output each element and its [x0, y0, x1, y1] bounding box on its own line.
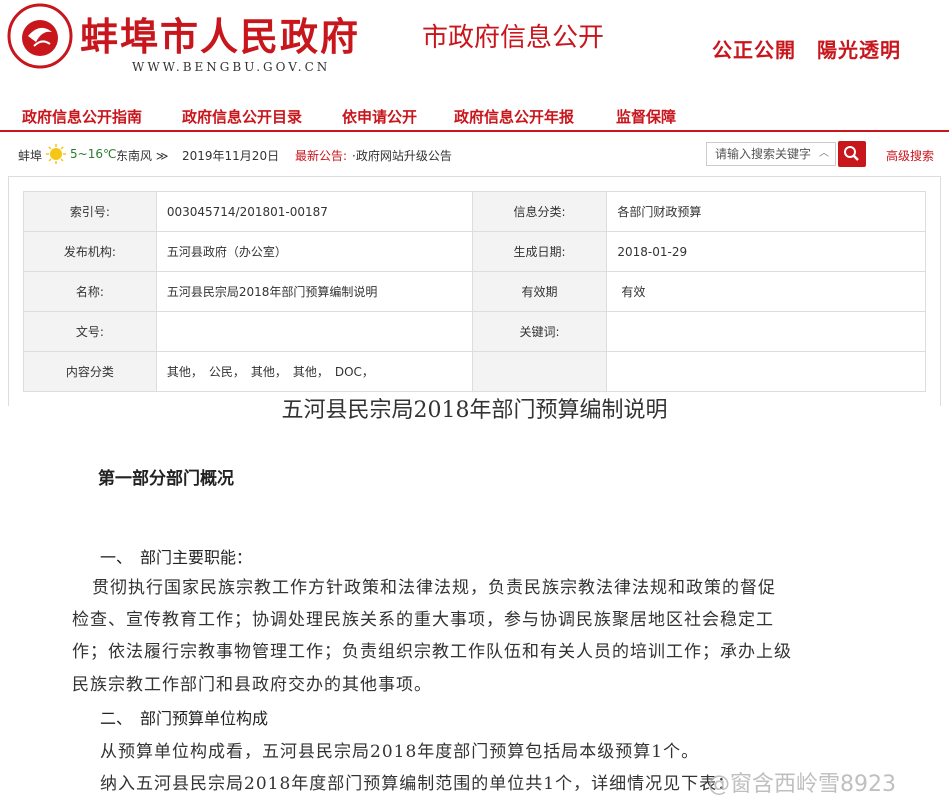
sun-icon [46, 144, 66, 164]
chevron-up-icon: ︿ [819, 148, 829, 159]
index-label: 索引号: [23, 191, 157, 232]
table-row: 文号: 关键词: [23, 311, 926, 352]
section-two-heading: 二、 部门预算单位构成 [100, 709, 269, 728]
doc-number-value [155, 311, 473, 352]
search-icon [844, 146, 859, 161]
table-row: 内容分类 其他， 公民， 其他， 其他， DOC， [23, 351, 926, 392]
section-one-heading: 一、 部门主要职能： [100, 548, 253, 567]
paragraph-line: 纳入五河县民宗局2018年度部门预算编制范围的单位共1个，详细情况见下表： [100, 774, 736, 794]
index-value: 003045714/201801-00187 [155, 191, 473, 232]
search-input[interactable]: 请输入搜索关键字 ︿ [706, 142, 836, 166]
temperature: 5~16℃ [70, 147, 117, 161]
site-url: WWW.BENGBU.GOV.CN [132, 60, 331, 74]
table-row: 发布机构: 五河县政府（办公室） 生成日期: 2018-01-29 [23, 231, 926, 272]
metadata-panel: 索引号: 003045714/201801-00187 信息分类: 各部门财政预… [8, 176, 941, 406]
category-label: 信息分类: [471, 191, 608, 232]
site-name[interactable]: 蚌埠市人民政府 [80, 6, 360, 61]
nav-item-annual-report[interactable]: 政府信息公开年报 [454, 106, 574, 127]
search-button[interactable] [838, 141, 866, 167]
nav-item-supervision[interactable]: 监督保障 [616, 106, 676, 127]
paragraph-line: 检查、宣传教育工作；协调处理民族关系的重大事项，参与协调民族聚居地区社会稳定工 [72, 610, 774, 630]
paragraph-line: 民族宗教工作部门和县政府交办的其他事项。 [72, 675, 432, 695]
created-date-label: 生成日期: [471, 231, 608, 272]
keywords-label: 关键词: [471, 311, 608, 352]
article-title: 五河县民宗局2018年部门预算编制说明 [281, 398, 668, 423]
advanced-search-link[interactable]: 高级搜索 [886, 147, 934, 164]
name-label: 名称: [23, 271, 157, 312]
created-date-value: 2018-01-29 [606, 231, 926, 272]
paragraph-line: 作；依法履行宗教事物管理工作；负责组织宗教工作队伍和有关人员的培训工作；承办上级 [72, 642, 792, 662]
latest-notice-label: 最新公告: [295, 149, 348, 163]
watermark: @窗含西岭雪8923 [708, 772, 896, 797]
city-label: 蚌埠 [18, 149, 43, 163]
paragraph-line: 贯彻执行国家民族宗教工作方针政策和法律法规，负责民族宗教法律法规和政策的督促 [92, 578, 776, 598]
nav-item-request[interactable]: 依申请公开 [342, 106, 417, 127]
name-value: 五河县民宗局2018年部门预算编制说明 [155, 271, 473, 312]
site-header: 蚌埠市人民政府 WWW.BENGBU.GOV.CN 市政府信息公开 公正公開 陽… [0, 0, 949, 88]
validity-value: 有效 [606, 271, 926, 312]
city-emblem-logo[interactable] [6, 2, 74, 70]
table-row: 名称: 五河县民宗局2018年部门预算编制说明 有效期 有效 [23, 271, 926, 312]
section-title: 市政府信息公开 [422, 23, 605, 53]
keywords-value [606, 311, 926, 352]
content-category-value: 其他， 公民， 其他， 其他， DOC， [155, 351, 473, 392]
wind: 东南风 ≫ [116, 149, 169, 163]
publisher-label: 发布机构: [23, 231, 157, 272]
paragraph-line: 从预算单位构成看，五河县民宗局2018年度部门预算包括局本级预算1个。 [100, 742, 700, 762]
latest-notice-link[interactable]: ·政府网站升级公告 [352, 147, 452, 164]
nav-item-guide[interactable]: 政府信息公开指南 [22, 106, 142, 127]
part-one-heading: 第一部分部门概况 [98, 469, 234, 489]
nav-item-catalog[interactable]: 政府信息公开目录 [182, 106, 302, 127]
empty-value [606, 351, 926, 392]
main-nav: 政府信息公开指南 政府信息公开目录 依申请公开 政府信息公开年报 监督保障 [0, 100, 949, 132]
metadata-table: 索引号: 003045714/201801-00187 信息分类: 各部门财政预… [23, 191, 926, 392]
publisher-value: 五河县政府（办公室） [155, 231, 473, 272]
slogan: 公正公開 陽光透明 [712, 38, 901, 62]
category-value: 各部门财政预算 [606, 191, 926, 232]
validity-label: 有效期 [471, 271, 608, 312]
doc-number-label: 文号: [23, 311, 157, 352]
info-bar: 蚌埠 5~16℃ 东南风 ≫ 2019年11月20日 最新公告: ·政府网站升级… [0, 140, 949, 170]
table-row: 索引号: 003045714/201801-00187 信息分类: 各部门财政预… [23, 191, 926, 232]
content-category-label: 内容分类 [23, 351, 157, 392]
search-placeholder: 请输入搜索关键字 [715, 147, 812, 161]
date: 2019年11月20日 [182, 149, 280, 163]
empty-label [471, 351, 608, 392]
